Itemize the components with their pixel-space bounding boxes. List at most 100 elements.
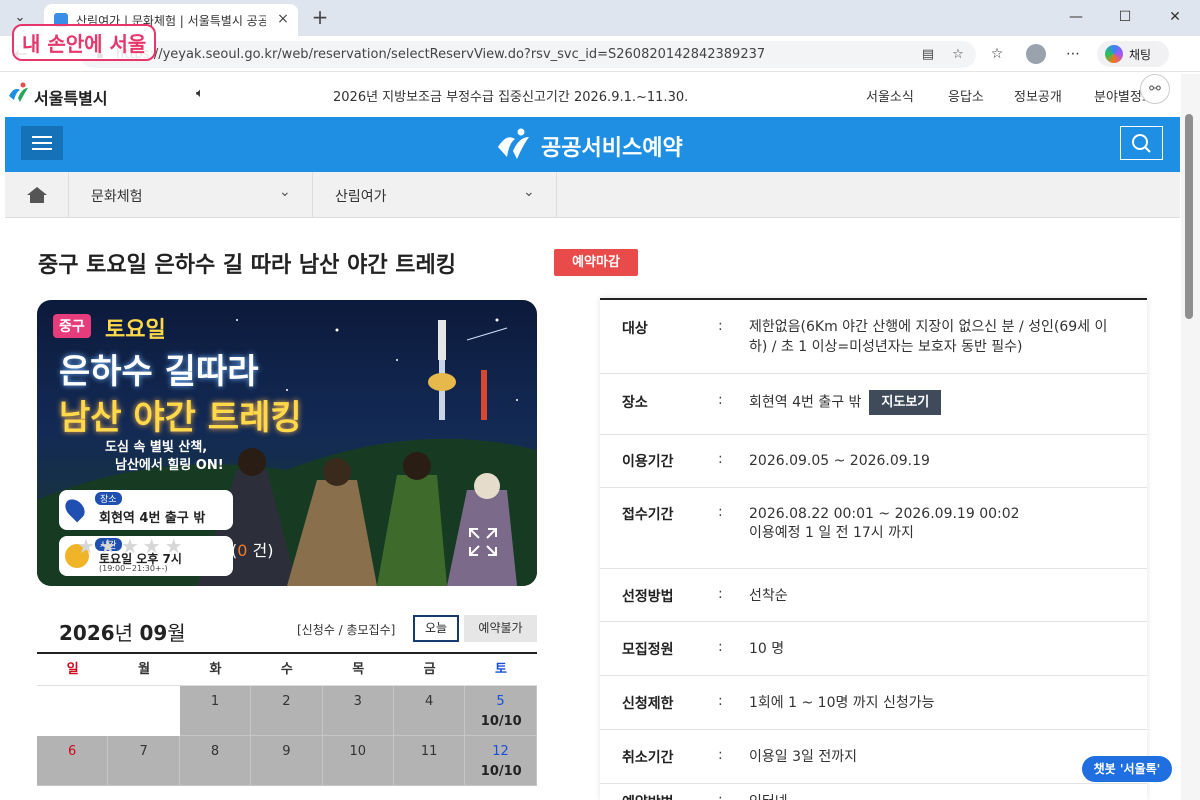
calendar-day-cell[interactable]: 1 (179, 686, 252, 736)
seoul-banner-logo-icon (498, 128, 529, 159)
info-colon: : (718, 693, 723, 709)
calendar-day-number: 1 (210, 694, 220, 709)
page-scrollbar[interactable] (1181, 74, 1200, 800)
seoul-logo-text[interactable]: 서울특별시 (34, 85, 108, 109)
breadcrumb: 문화체험 ⌄ 산림여가 ⌄ (5, 172, 1180, 218)
calendar-week-row: 1 2 3 4 5 10/10 (37, 686, 537, 736)
calendar-day-cell[interactable]: 8 (179, 736, 252, 786)
calendar-day-number: 3 (353, 694, 362, 709)
info-row-location: 장소 : 회현역 4번 출구 밖 지도보기 (600, 374, 1147, 435)
info-value: 1회에 1 ~ 10명 까지 신청가능 (749, 695, 935, 711)
window-close-icon[interactable]: ✕ (1160, 6, 1190, 28)
poster-line2: 남산 야간 트레킹 (59, 398, 302, 438)
calendar-day-cell[interactable]: 12 10/10 (465, 736, 537, 786)
info-colon: : (718, 747, 723, 763)
info-colon: : (718, 586, 723, 602)
home-icon (27, 187, 47, 203)
review-count: (0 건) (231, 541, 274, 560)
today-button[interactable]: 오늘 (413, 615, 459, 642)
calendar-day-number: 10 (349, 744, 367, 759)
speaker-icon: 🔈︎ (196, 86, 204, 101)
calendar-day-cell[interactable]: 7 (108, 736, 180, 786)
info-value: 이용일 3일 전까지 (749, 749, 857, 765)
calendar-day-cell[interactable]: 10 (322, 736, 394, 786)
service-banner: 공공서비스예약 (5, 117, 1180, 172)
search-icon (1132, 134, 1151, 153)
calendar-weekday: 일 (66, 662, 79, 677)
calendar-weekday: 금 (423, 662, 436, 677)
info-row-selection: 선정방법 : 선착순 (600, 569, 1147, 622)
profile-avatar[interactable] (1026, 44, 1046, 64)
notice-ticker[interactable]: 2026년 지방보조금 부정수급 집중신고기간 2026.9.1.~11.30. (333, 86, 688, 105)
search-button[interactable] (1120, 126, 1163, 160)
link-info-disclosure[interactable]: 정보공개 (1014, 86, 1062, 105)
calendar-day-cell[interactable]: 5 10/10 (465, 686, 537, 736)
info-colon: : (718, 639, 723, 655)
expand-icon[interactable] (467, 526, 499, 558)
poster-sub2: 남산에서 힐링 ON! (115, 458, 224, 473)
info-label: 모집정원 (622, 642, 674, 658)
calendar-weekday: 목 (352, 662, 365, 677)
calendar-day-count: 10/10 (480, 714, 522, 729)
link-seoul-news[interactable]: 서울소식 (866, 86, 914, 105)
url-text: https://yeyak.seoul.go.kr/web/reservatio… (116, 47, 766, 62)
calendar-day-number: 9 (282, 744, 291, 759)
banner-title[interactable]: 공공서비스예약 (541, 130, 683, 162)
chatbot-button[interactable]: 챗봇 '서울톡' (1082, 756, 1172, 782)
calendar-day-cell[interactable]: 2 (251, 686, 323, 736)
more-options-icon[interactable]: ⋯ (1062, 43, 1084, 65)
breadcrumb-dropdown-category[interactable]: 문화체험 ⌄ (69, 172, 313, 218)
link-eungdapso[interactable]: 응답소 (948, 86, 984, 105)
info-colon: : (718, 451, 723, 467)
url-field[interactable]: 🔒︎ https://yeyak.seoul.go.kr/web/reserva… (80, 41, 976, 68)
poster-time-detail: (19:00~21:30+-) (99, 564, 168, 573)
favorites-icon[interactable]: ☆ (986, 43, 1008, 65)
info-row-cancel: 취소기간 : 이용일 3일 전까지 (600, 730, 1147, 784)
calendar-day-cell[interactable]: 3 (322, 686, 394, 736)
map-view-button[interactable]: 지도보기 (869, 390, 942, 415)
copilot-chat-button[interactable]: 채팅 (1097, 41, 1169, 67)
home-button[interactable] (5, 172, 69, 218)
info-label: 이용기간 (622, 454, 674, 470)
scrollbar-thumb[interactable] (1185, 114, 1193, 319)
chevron-down-icon: ⌄ (279, 184, 291, 200)
rating-stars: ★★★★★ (77, 534, 187, 558)
calendar-day-count: 10/10 (480, 764, 522, 779)
calendar-day-cell[interactable]: 4 (393, 686, 466, 736)
info-value: 인터넷 (749, 792, 1124, 800)
calendar-day-cell[interactable]: 9 (251, 736, 323, 786)
breadcrumb-label: 산림여가 (335, 189, 387, 205)
calendar-day-number: 11 (420, 744, 438, 759)
calendar-day-cell (108, 686, 180, 736)
favorite-star-icon[interactable]: ☆ (948, 45, 968, 65)
seoul-logo-icon[interactable] (6, 82, 30, 104)
info-row-method: 예약방법 : 인터넷 (600, 784, 1147, 800)
page-title: 중구 토요일 은하수 길 따라 남산 야간 트레킹 (38, 253, 456, 278)
minimize-icon[interactable]: — (1061, 6, 1091, 28)
calendar-day-cell (37, 686, 109, 736)
hamburger-line (32, 142, 52, 144)
share-icon[interactable]: ⚯ (1140, 74, 1170, 104)
calendar-body: 1 2 3 4 5 10/10 6 7 8 9 10 11 12 10/10 (37, 686, 537, 786)
info-label: 예약방법 (622, 792, 674, 800)
poster-loc-text: 회현역 4번 출구 밖 (99, 511, 206, 526)
calendar-day-cell[interactable]: 11 (393, 736, 466, 786)
calendar-weekday: 월 (138, 662, 151, 677)
calendar-legend: [신청수 / 총모집수] (297, 623, 396, 637)
poster-line1: 은하수 길따라 (59, 352, 259, 392)
info-value: 제한없음(6Km 야간 산행에 지장이 없으신 분 / 성인(69세 이하) /… (749, 319, 1108, 355)
maximize-icon[interactable]: ☐ (1110, 6, 1140, 28)
info-colon: : (718, 318, 723, 334)
program-poster-image[interactable]: 중구 토요일 은하수 길따라 남산 야간 트레킹 도심 속 별빛 산책, 남산에… (37, 300, 537, 586)
breadcrumb-dropdown-subcategory[interactable]: 산림여가 ⌄ (313, 172, 557, 218)
calendar-week-row: 6 7 8 9 10 11 12 10/10 (37, 736, 537, 786)
calendar-day-cell[interactable]: 6 (37, 736, 109, 786)
hamburger-line (32, 136, 52, 138)
reader-mode-icon[interactable]: ▤ (918, 45, 938, 65)
tab-close-icon[interactable]: × (274, 10, 292, 28)
calendar-weekday-header: 일월화수목금토 (37, 654, 537, 686)
info-label: 신청제한 (622, 696, 674, 712)
info-value: 2026.09.05 ~ 2026.09.19 (749, 453, 930, 469)
new-tab-icon[interactable]: + (308, 5, 332, 29)
hamburger-menu-button[interactable] (21, 126, 63, 160)
